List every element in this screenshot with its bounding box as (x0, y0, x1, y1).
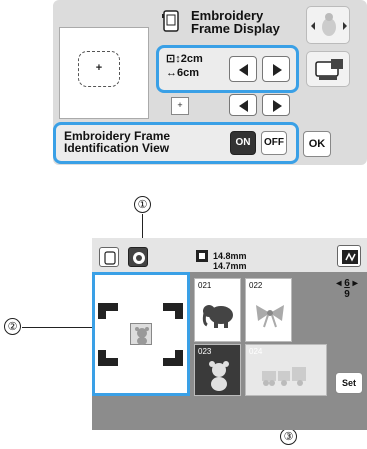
frame-corner-top-left-v (98, 303, 106, 319)
page-next-icon[interactable]: ▸ (353, 278, 358, 289)
frame-corner-bottom-left-v (98, 350, 106, 366)
page-title: Embroidery Frame Display (191, 8, 280, 36)
pattern-number: 023 (198, 347, 212, 356)
right-arrow-icon (273, 100, 282, 112)
identification-view-button[interactable] (128, 247, 148, 267)
pattern-cell-022[interactable]: 022 (245, 278, 292, 342)
position-previous-button[interactable] (229, 94, 257, 116)
right-arrow-icon (273, 64, 282, 76)
set-button[interactable]: Set (335, 372, 363, 394)
monochrome-button[interactable] (337, 245, 361, 267)
page-current: 6 (344, 278, 350, 289)
callout-1: ① (134, 196, 151, 213)
bear-preview-icon (130, 323, 152, 345)
bow-icon (256, 305, 284, 328)
embroidery-machine-button[interactable] (306, 51, 350, 87)
frame-corner-bottom-right-v (175, 350, 183, 366)
height-icon: ⊡↕ (166, 53, 181, 65)
callout-2-line (22, 327, 92, 328)
size-next-button[interactable] (262, 56, 290, 82)
pattern-cell-021[interactable]: 021 (194, 278, 241, 342)
left-arrow-icon (239, 100, 248, 112)
frame-display-icon (161, 10, 181, 34)
size-previous-button[interactable] (229, 56, 257, 82)
page-prev-icon[interactable]: ◂ (336, 278, 341, 289)
frame-corner-top-right-v (175, 303, 183, 319)
pattern-cell-024[interactable]: 024 (245, 344, 327, 396)
callout-3: ③ (280, 428, 297, 445)
page-indicator: ◂ 6 ▸ 9 (333, 278, 361, 300)
pattern-number: 022 (249, 281, 263, 290)
pattern-dimensions: 14.8mm 14.7mm (213, 251, 247, 271)
on-button[interactable]: ON (230, 131, 256, 155)
pattern-size-icon (196, 250, 210, 264)
off-button[interactable]: OFF (261, 131, 287, 155)
pattern-cell-023[interactable]: 023 (194, 344, 241, 396)
width-value: 6cm (177, 67, 200, 79)
pattern-thumbnail-button[interactable] (306, 6, 350, 44)
height-value: 2cm (180, 53, 203, 65)
bear-icon (209, 361, 229, 391)
ok-button[interactable]: OK (303, 131, 331, 157)
pattern-number: 021 (198, 281, 212, 290)
left-arrow-icon (239, 64, 248, 76)
width-icon: ↔ (166, 67, 177, 79)
center-plus-icon: + (95, 62, 103, 74)
frame-size-values: ⊡↕2cm ↔6cm (166, 53, 203, 79)
frame-display-button[interactable] (99, 247, 119, 267)
pattern-height: 14.8mm (213, 251, 247, 261)
pattern-width: 14.7mm (213, 261, 247, 271)
position-next-button[interactable] (262, 94, 290, 116)
identification-view-label: Embroidery Frame Identification View (64, 129, 171, 155)
train-icon (262, 367, 306, 386)
callout-2: ② (4, 318, 21, 335)
elephant-icon (202, 305, 233, 328)
center-point-icon: + (177, 100, 183, 110)
pattern-number: 024 (249, 347, 263, 356)
page-total: 9 (344, 289, 350, 300)
